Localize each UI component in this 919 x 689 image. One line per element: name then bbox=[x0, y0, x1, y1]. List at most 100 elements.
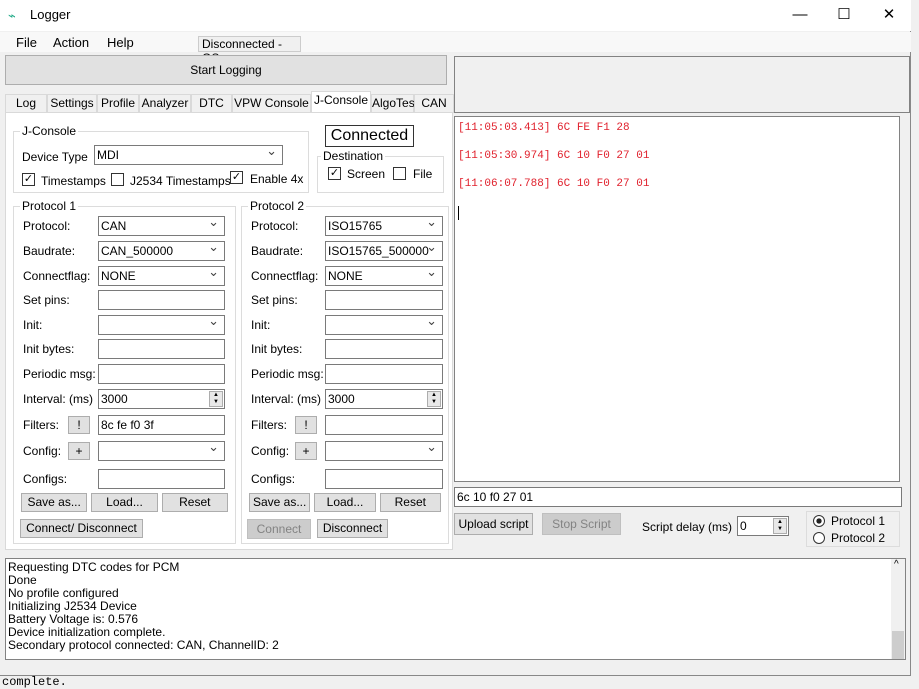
set-pins-input[interactable] bbox=[98, 290, 225, 310]
tab-settings[interactable]: Settings bbox=[47, 94, 97, 113]
connectflag-select[interactable]: NONE bbox=[325, 263, 443, 286]
reset-button[interactable]: Reset bbox=[161, 493, 228, 512]
configs-label: Configs: bbox=[251, 472, 296, 486]
file-checkbox[interactable] bbox=[393, 167, 406, 180]
protocol-select[interactable]: CAN bbox=[98, 213, 225, 236]
start-logging-button[interactable]: Start Logging bbox=[5, 55, 447, 85]
timestamps-checkbox[interactable]: ✓ bbox=[22, 173, 35, 186]
interval-value: 3000 bbox=[328, 392, 355, 406]
window-title: Logger bbox=[30, 7, 71, 22]
filters-add-button[interactable]: ! bbox=[68, 416, 90, 434]
file-label: File bbox=[413, 167, 433, 181]
configs-input[interactable] bbox=[325, 469, 443, 489]
spinner-arrows[interactable]: ▲ ▼ bbox=[209, 391, 223, 407]
load-button[interactable]: Load... bbox=[91, 493, 158, 512]
spinner-arrows[interactable]: ▲ ▼ bbox=[427, 391, 441, 407]
protocol-1-group: Protocol 1 Protocol: CAN Baudrate: CAN_50000… bbox=[13, 199, 236, 544]
reset-button[interactable]: Reset bbox=[379, 493, 441, 512]
periodic-msg-label: Periodic msg: bbox=[23, 367, 96, 381]
protocol-group-title: Protocol 2 bbox=[248, 199, 307, 213]
set-pins-label: Set pins: bbox=[251, 293, 298, 307]
menu-help[interactable]: Help bbox=[107, 35, 134, 50]
device-type-select[interactable]: MDI bbox=[94, 142, 283, 165]
baudrate-select[interactable]: CAN_500000 bbox=[98, 238, 225, 261]
protocol-1-radio-label: Protocol 1 bbox=[831, 514, 886, 528]
timestamps-label: Timestamps bbox=[41, 174, 106, 188]
spinner-arrows[interactable]: ▲ ▼ bbox=[773, 518, 787, 534]
tab-can[interactable]: CAN bbox=[414, 94, 454, 113]
init-label: Init: bbox=[251, 318, 271, 332]
log-scrollbar[interactable]: ^ bbox=[891, 559, 905, 659]
periodic-msg-input[interactable] bbox=[325, 364, 443, 384]
disconnect-button[interactable]: Disconnect bbox=[317, 519, 388, 538]
protocol-2-radio[interactable] bbox=[813, 532, 825, 544]
interval-input[interactable]: 3000 ▲ ▼ bbox=[98, 389, 225, 409]
protocol-select[interactable]: ISO15765 bbox=[325, 213, 443, 236]
connectflag-label: Connectflag: bbox=[23, 269, 91, 283]
j2534-timestamps-label: J2534 Timestamps bbox=[130, 174, 231, 188]
init-bytes-input[interactable] bbox=[325, 339, 443, 359]
app-icon: ⌁ bbox=[8, 8, 16, 23]
maximize-button[interactable]: ☐ bbox=[824, 4, 864, 26]
scroll-up-icon[interactable]: ^ bbox=[894, 559, 899, 570]
script-delay-input[interactable]: 0 ▲ ▼ bbox=[737, 516, 789, 536]
menu-bar: File Action Help bbox=[0, 32, 911, 52]
config-label: Config: bbox=[251, 444, 290, 458]
filters-input[interactable]: 8c fe f0 3f bbox=[98, 415, 225, 435]
connect-disconnect-button[interactable]: Connect/ Disconnect bbox=[20, 519, 143, 538]
tab-j-console[interactable]: J-Console bbox=[311, 91, 371, 113]
init-bytes-input[interactable] bbox=[98, 339, 225, 359]
log-output[interactable]: Requesting DTC codes for PCM Done No profi… bbox=[5, 558, 906, 660]
baudrate-select[interactable]: ISO15765_500000 bbox=[325, 238, 443, 261]
connect-button: Connect bbox=[247, 519, 311, 539]
protocol-1-radio[interactable] bbox=[813, 515, 825, 527]
set-pins-input[interactable] bbox=[325, 290, 443, 310]
log-line: Secondary protocol connected: CAN, Chann… bbox=[8, 638, 279, 652]
console-output[interactable]: [11:05:03.413] 6C FE F1 28 [11:05:30.974]… bbox=[454, 116, 900, 482]
tab-algotest[interactable]: AlgoTest bbox=[371, 94, 418, 113]
filters-add-button[interactable]: ! bbox=[295, 416, 317, 434]
configs-input[interactable] bbox=[98, 469, 225, 489]
interval-input[interactable]: 3000 ▲ ▼ bbox=[325, 389, 443, 409]
tab-dtc[interactable]: DTC bbox=[191, 94, 232, 113]
enable-4x-checkbox[interactable]: ✓ bbox=[230, 171, 243, 184]
top-right-panel bbox=[454, 56, 910, 113]
menu-action[interactable]: Action bbox=[53, 35, 89, 50]
config-add-button[interactable]: + bbox=[295, 442, 317, 460]
upload-script-button[interactable]: Upload script bbox=[454, 513, 533, 535]
connectflag-select[interactable]: NONE bbox=[98, 263, 225, 286]
load-button[interactable]: Load... bbox=[314, 493, 376, 512]
protocol-2-group: Protocol 2 Protocol: ISO15765 Baudrate: ISO1… bbox=[241, 199, 449, 544]
j-console-page: J-Console Device Type MDI ✓ Timestamps J… bbox=[5, 112, 453, 550]
save-as-button[interactable]: Save as... bbox=[21, 493, 88, 512]
screen-checkbox[interactable]: ✓ bbox=[328, 167, 341, 180]
console-line: [11:05:30.974] 6C 10 F0 27 01 bbox=[458, 150, 650, 162]
config-select[interactable] bbox=[98, 438, 225, 461]
baudrate-label: Baudrate: bbox=[251, 244, 304, 258]
scroll-thumb[interactable] bbox=[892, 631, 904, 659]
protocol-label: Protocol: bbox=[23, 219, 71, 233]
screen-label: Screen bbox=[347, 167, 386, 181]
baudrate-label: Baudrate: bbox=[23, 244, 76, 258]
tab-vpw-console[interactable]: VPW Console bbox=[232, 94, 311, 113]
periodic-msg-input[interactable] bbox=[98, 364, 225, 384]
close-button[interactable]: ✕ bbox=[869, 4, 909, 26]
script-delay-label: Script delay (ms) bbox=[642, 520, 733, 534]
tab-analyzer[interactable]: Analyzer bbox=[139, 94, 191, 113]
j-console-group: J-Console Device Type MDI ✓ Timestamps J… bbox=[13, 124, 309, 193]
init-bytes-label: Init bytes: bbox=[23, 342, 75, 356]
config-add-button[interactable]: + bbox=[68, 442, 90, 460]
tab-profile[interactable]: Profile bbox=[97, 94, 139, 113]
j2534-timestamps-checkbox[interactable] bbox=[111, 173, 124, 186]
filters-input[interactable] bbox=[325, 415, 443, 435]
connection-status-label: Disconnected - OS: bbox=[198, 36, 301, 65]
init-select[interactable] bbox=[325, 312, 443, 335]
interval-label: Interval: (ms) bbox=[23, 392, 94, 406]
command-input[interactable]: 6c 10 f0 27 01 bbox=[454, 487, 902, 507]
init-select[interactable] bbox=[98, 312, 225, 335]
menu-file[interactable]: File bbox=[16, 35, 37, 50]
save-as-button[interactable]: Save as... bbox=[249, 493, 311, 512]
minimize-button[interactable]: — bbox=[780, 4, 820, 26]
tab-log[interactable]: Log bbox=[5, 94, 47, 113]
config-select[interactable] bbox=[325, 438, 443, 461]
